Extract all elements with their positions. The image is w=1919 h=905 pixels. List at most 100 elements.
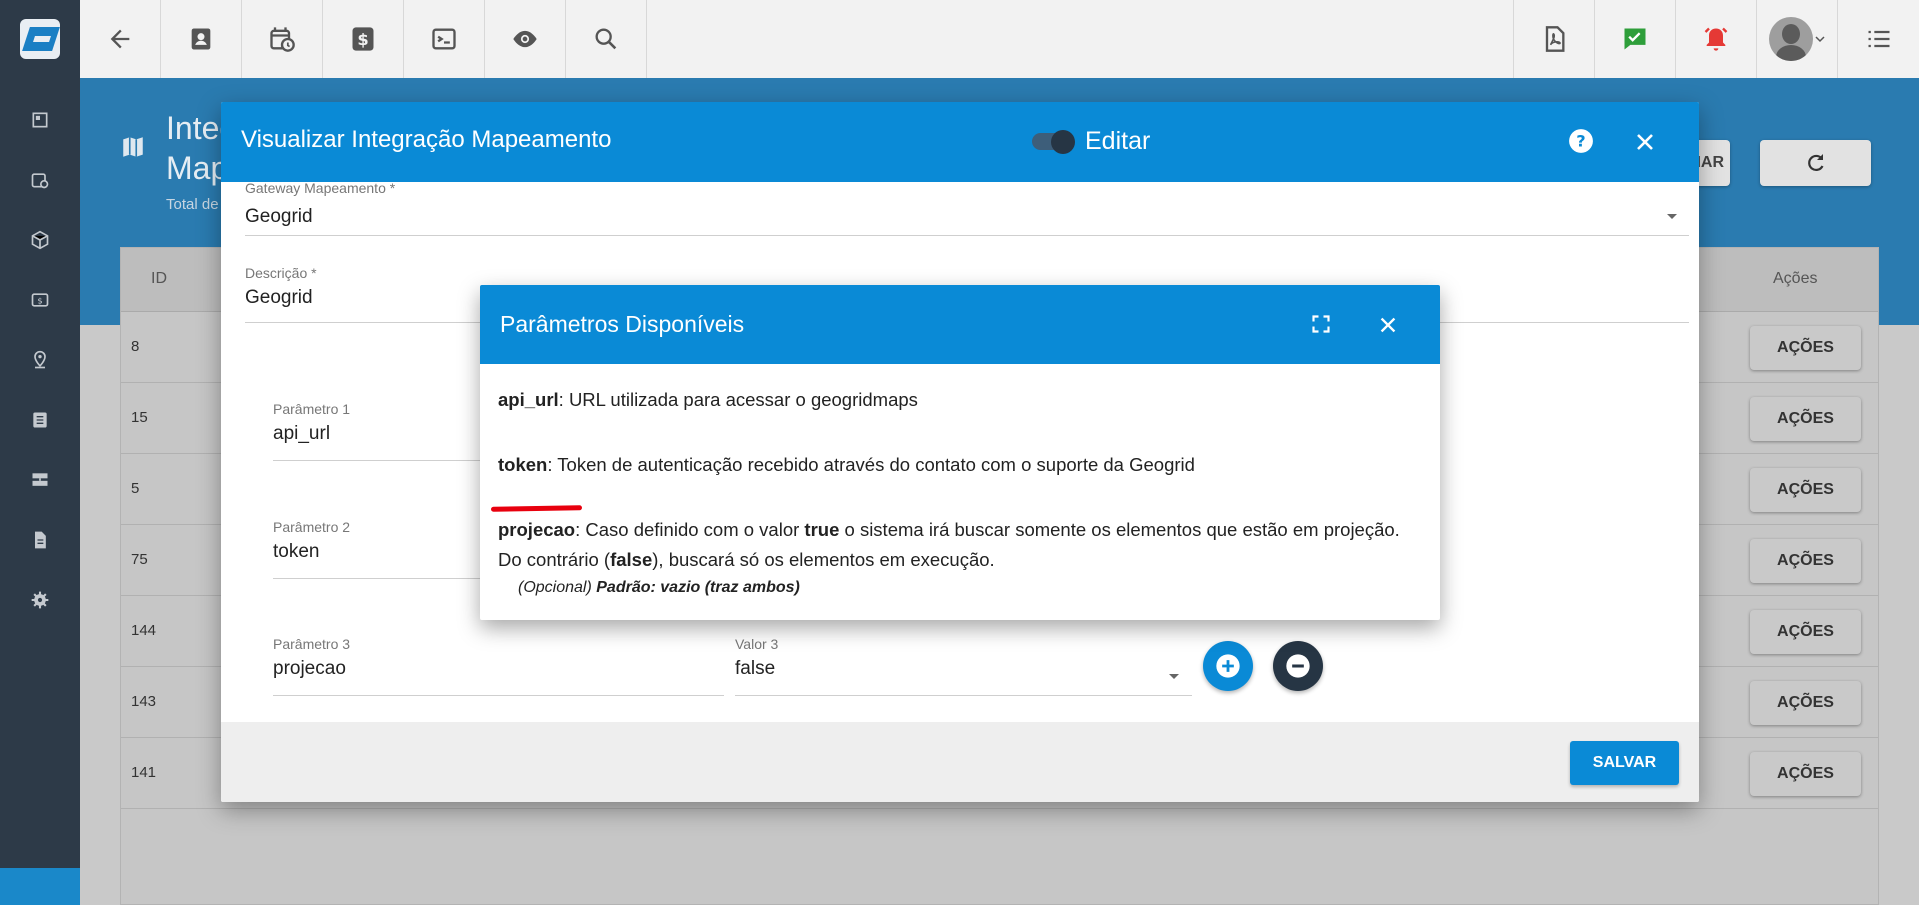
dashboard-icon	[32, 112, 48, 128]
row-id: 143	[131, 693, 157, 710]
toggle-knob	[1051, 130, 1075, 154]
highlight-underline	[490, 505, 583, 512]
edit-toggle[interactable]	[1032, 130, 1075, 154]
row-actions-button[interactable]: AÇÕES	[1750, 397, 1861, 441]
row-id: 8	[131, 338, 140, 355]
row-id: 141	[131, 764, 157, 781]
param-text: ), buscará só os elementos em execução.	[652, 549, 995, 570]
sidebar-item-settings[interactable]	[0, 570, 80, 630]
param-3-label: Parâmetro 3	[273, 636, 351, 652]
remove-parameter-button[interactable]	[1273, 641, 1323, 691]
column-header-id[interactable]: ID	[151, 270, 167, 288]
map-icon	[120, 134, 146, 165]
map-pin-icon	[34, 350, 46, 369]
field-underline	[273, 695, 724, 696]
row-actions-button[interactable]: AÇÕES	[1750, 752, 1861, 796]
field-underline	[245, 235, 1689, 236]
contacts-button[interactable]	[161, 0, 242, 78]
dialog-footer: SALVAR	[221, 722, 1699, 802]
close-icon[interactable]	[1633, 130, 1657, 159]
valor-3-value: false	[735, 658, 776, 679]
tasks-button[interactable]	[1595, 0, 1676, 78]
svg-text:?: ?	[1576, 131, 1585, 150]
edit-toggle-label[interactable]: Editar	[1085, 127, 1150, 156]
row-actions-button[interactable]: AÇÕES	[1750, 610, 1861, 654]
sidebar-item-dashboard[interactable]	[0, 90, 80, 150]
help-icon[interactable]: ?	[1568, 128, 1594, 159]
sidebar-item-map[interactable]	[0, 330, 80, 390]
row-actions-button[interactable]: AÇÕES	[1750, 681, 1861, 725]
finance-button[interactable]: $	[323, 0, 404, 78]
gateway-value: Geogrid	[245, 206, 313, 227]
page-subtitle: Total de	[166, 196, 219, 213]
note-default: Padrão: vazio (traz ambos)	[596, 579, 800, 596]
sidebar-item-finance[interactable]: $	[0, 270, 80, 330]
sidebar-footer	[0, 868, 80, 905]
row-actions-button[interactable]: AÇÕES	[1750, 539, 1861, 583]
search-icon	[595, 28, 617, 50]
package-icon	[31, 230, 49, 250]
sidebar-item-documents[interactable]	[0, 510, 80, 570]
schedule-button[interactable]	[242, 0, 323, 78]
gateway-label: Gateway Mapeamento *	[245, 180, 396, 196]
sidebar-item-inventory[interactable]	[0, 210, 80, 270]
add-parameter-button[interactable]	[1203, 641, 1253, 691]
row-id: 75	[131, 551, 148, 568]
search-button[interactable]	[566, 0, 647, 78]
param-note: (Opcional) Padrão: vazio (traz ambos)	[518, 577, 1422, 599]
refresh-button[interactable]	[1760, 140, 1871, 186]
document-icon	[35, 531, 46, 549]
alerts-button[interactable]	[1676, 0, 1757, 78]
view-button[interactable]	[485, 0, 566, 78]
gateway-select[interactable]: Gateway Mapeamento * Geogrid	[245, 180, 1689, 236]
param-3-input[interactable]: projecao	[273, 658, 724, 680]
money-icon: $	[31, 293, 49, 307]
close-icon[interactable]	[1377, 314, 1399, 341]
popup-body: api_url: URL utilizada para acessar o ge…	[480, 364, 1440, 599]
param-text: : URL utilizada para acessar o geogridma…	[558, 389, 918, 410]
chevron-down-icon	[1815, 36, 1825, 43]
sidebar-item-server[interactable]	[0, 450, 80, 510]
menu-button[interactable]	[1838, 0, 1919, 78]
field-underline	[735, 695, 1192, 696]
dropdown-caret-icon	[1169, 674, 1179, 679]
descricao-label: Descrição *	[245, 265, 317, 281]
calendar-clock-icon	[270, 27, 295, 52]
app-logo[interactable]	[0, 0, 80, 78]
sidebar-item-list[interactable]	[0, 390, 80, 450]
terminal-icon	[432, 28, 456, 50]
sidebar-item-schedule[interactable]	[0, 150, 80, 210]
row-id: 5	[131, 480, 140, 497]
terminal-button[interactable]	[404, 0, 485, 78]
fullscreen-icon[interactable]	[1311, 314, 1331, 339]
param-key: token	[498, 454, 548, 475]
column-header-actions: Ações	[1773, 270, 1818, 287]
plus-circle-icon	[1216, 654, 1240, 678]
valor-3-select[interactable]: Valor 3 false	[735, 636, 1192, 696]
param-key: projecao	[498, 519, 576, 540]
param-text: : Caso definido com o valor	[575, 519, 805, 540]
dialog-title: Visualizar Integração Mapeamento	[241, 126, 612, 153]
sidebar: $	[0, 78, 80, 905]
alarm-icon	[1704, 27, 1728, 51]
param-description-api-url: api_url: URL utilizada para acessar o ge…	[498, 385, 1422, 415]
minus-circle-icon	[1286, 654, 1310, 678]
pdf-icon	[1545, 26, 1565, 52]
user-menu[interactable]	[1757, 0, 1838, 78]
list-icon	[1868, 30, 1889, 48]
pdf-button[interactable]	[1514, 0, 1595, 78]
calendar-icon	[31, 173, 49, 189]
dialog-header: Visualizar Integração Mapeamento Editar …	[221, 102, 1699, 182]
back-button[interactable]	[80, 0, 161, 78]
dollar-icon: $	[352, 27, 374, 51]
param-description-token: token: Token de autenticação recebido at…	[498, 450, 1422, 480]
param-3-field[interactable]: Parâmetro 3 projecao	[273, 636, 724, 696]
eye-icon	[513, 30, 537, 48]
settings-icon	[31, 591, 49, 609]
back-icon	[110, 29, 130, 49]
contact-icon	[191, 28, 211, 50]
row-actions-button[interactable]: AÇÕES	[1750, 468, 1861, 512]
param-value-true: true	[804, 519, 840, 540]
save-button[interactable]: SALVAR	[1570, 741, 1679, 785]
row-actions-button[interactable]: AÇÕES	[1750, 326, 1861, 370]
